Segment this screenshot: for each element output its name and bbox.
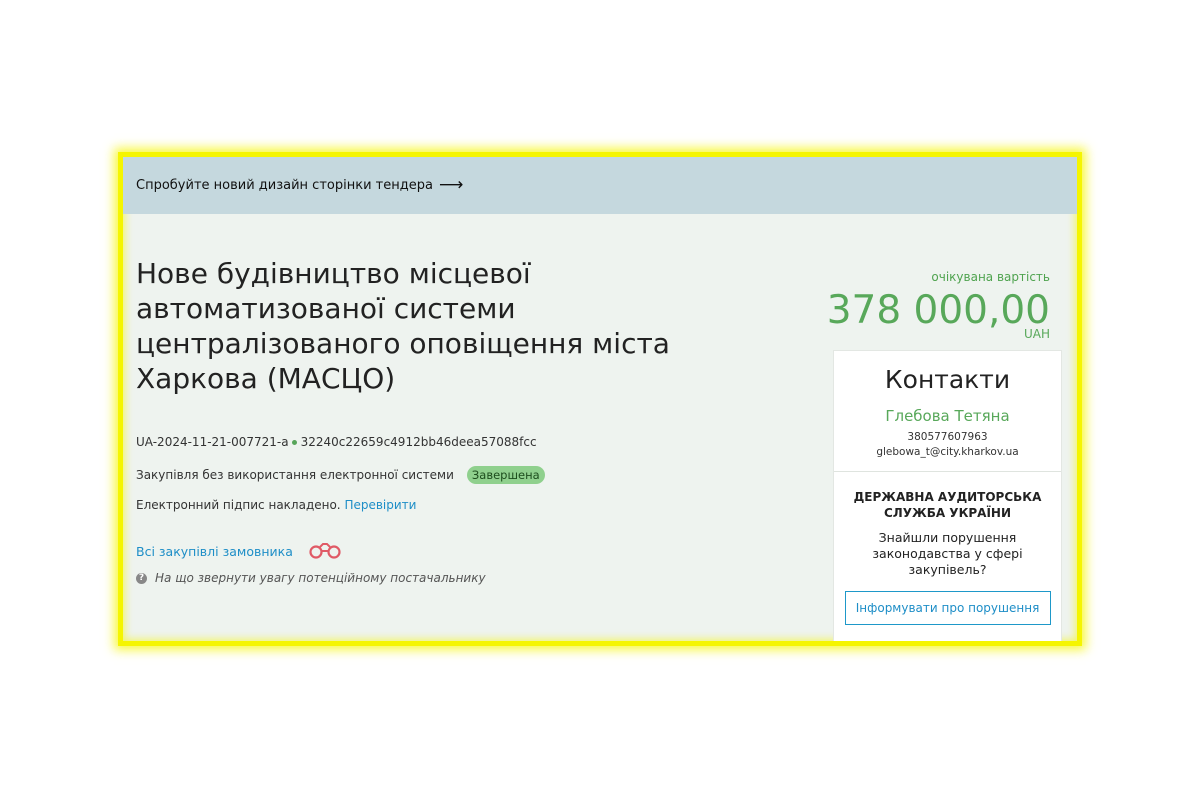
tender-id: UA-2024-11-21-007721-a [136, 435, 289, 449]
contact-phone: 380577607963 [907, 431, 988, 443]
expected-value-label: очікувана вартість [931, 270, 1050, 284]
banner-text[interactable]: Спробуйте новий дизайн сторінки тендера [136, 178, 433, 193]
audit-service-title: ДЕРЖАВНА АУДИТОРСЬКА СЛУЖБА УКРАЇНИ [853, 490, 1042, 520]
signature-row: Електронний підпис накладено. Перевірити [136, 498, 416, 512]
report-violation-button[interactable]: Інформувати про порушення [844, 591, 1051, 625]
tender-title: Нове будівництво місцевої автоматизовано… [136, 257, 670, 395]
contact-name: Глебова Тетяна [885, 407, 1010, 425]
all-purchases-link[interactable]: Всі закупівлі замовника [136, 544, 293, 559]
separator-dot-icon [291, 440, 297, 445]
tender-ids: UA-2024-11-21-007721-a 32240c22659c4912bb… [136, 435, 537, 449]
supplier-help-text[interactable]: На що звернути увагу потенційному постач… [155, 571, 486, 585]
all-purchases-row: Всі закупівлі замовника [136, 541, 343, 562]
supplier-help-row[interactable]: ? На що звернути увагу потенційному пост… [136, 571, 486, 585]
signature-text: Електронний підпис накладено. [136, 498, 341, 512]
audit-service-text: Знайшли порушення законодавства у сфері … [872, 530, 1023, 577]
highlight-frame: Спробуйте новий дизайн сторінки тендера … [118, 152, 1082, 646]
status-badge: Завершена [466, 466, 545, 484]
tender-hash: 32240c22659c4912bb46deea57088fcc [300, 435, 537, 449]
procurement-method-row: Закупівля без використання електронної с… [136, 466, 545, 484]
new-design-banner[interactable]: Спробуйте новий дизайн сторінки тендера … [123, 157, 1077, 214]
arrow-right-icon[interactable]: ⟶ [439, 177, 463, 194]
expected-value-amount: 378 000,00 [826, 288, 1050, 333]
contact-email: glebowa_t@city.kharkov.ua [876, 446, 1019, 458]
procurement-method: Закупівля без використання електронної с… [136, 468, 454, 482]
panel-divider [834, 471, 1061, 472]
contacts-title: Контакти [884, 365, 1011, 394]
tender-content: Нове будівництво місцевої автоматизовано… [123, 214, 1077, 641]
binoculars-icon[interactable] [307, 541, 343, 562]
contacts-panel: Контакти Глебова Тетяна 380577607963 gle… [833, 350, 1062, 641]
question-circle-icon: ? [136, 572, 147, 584]
verify-signature-link[interactable]: Перевірити [344, 498, 416, 512]
currency-label: UAH [1023, 327, 1050, 341]
